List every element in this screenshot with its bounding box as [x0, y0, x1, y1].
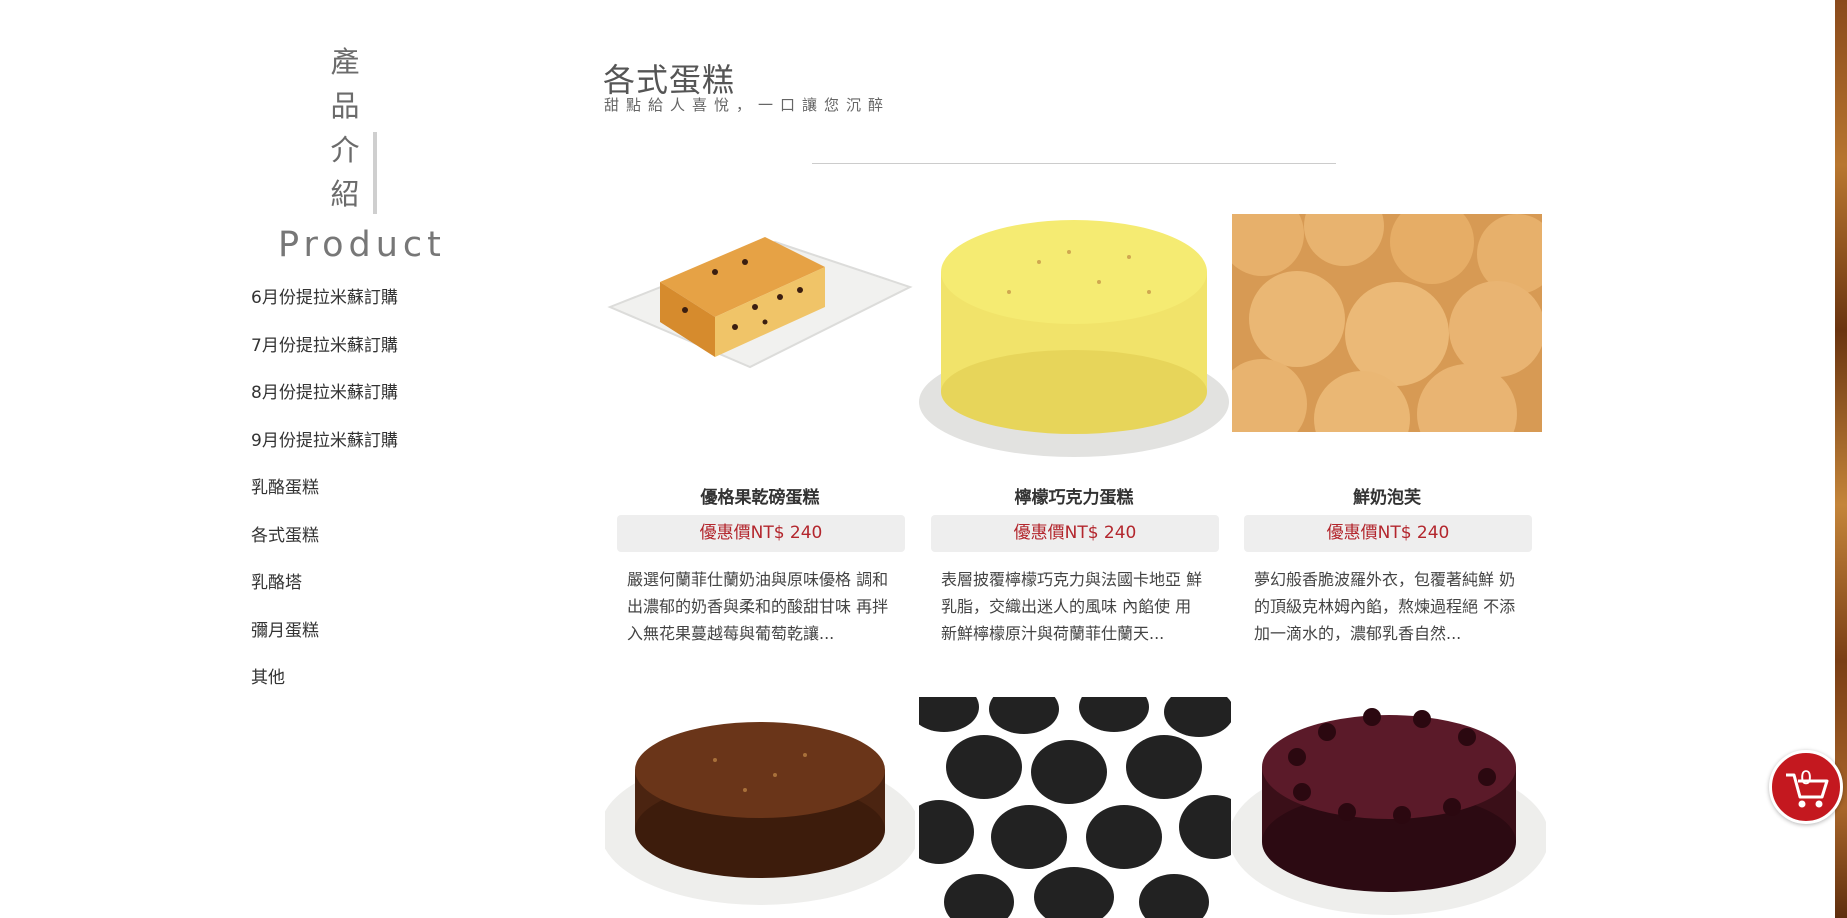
- product-description: 嚴選何蘭菲仕蘭奶油與原味優格 調和出濃郁的奶香與柔和的酸甜甘味 再拌入無花果蔓越…: [627, 570, 889, 643]
- chocolate-ganache-cake-image[interactable]: [1232, 697, 1546, 918]
- sidebar-title-char: 品: [330, 89, 362, 123]
- sidebar-title-char: 紹: [330, 177, 362, 211]
- product-price: 優惠價NT$ 240: [1244, 515, 1532, 552]
- product-description: 夢幻般香脆波羅外衣，包覆著純鮮 奶的頂級克林姆內餡，熬煉過程絕 不添加一滴水的，…: [1254, 570, 1516, 643]
- sidebar-title-char: 介: [330, 133, 362, 167]
- sidebar-item-august-tiramisu[interactable]: 8月份提拉米蘇訂購: [251, 377, 398, 425]
- cart-count-badge: 0: [1800, 767, 1813, 789]
- product-price: 優惠價NT$ 240: [931, 515, 1219, 552]
- page-subtitle: 甜點給人喜悅，一口讓您沉醉: [604, 96, 891, 114]
- sidebar-title: 產 品 介 紹: [326, 40, 366, 216]
- chocolate-hazelnut-cake-image[interactable]: [605, 700, 915, 918]
- product-description: 表層披覆檸檬巧克力與法國卡地亞 鮮乳脂，交織出迷人的風味 內餡使 用新鮮檸檬原汁…: [941, 570, 1203, 643]
- sidebar-title-char: 產: [330, 45, 362, 79]
- header-divider: [812, 163, 1336, 164]
- sidebar-item-july-tiramisu[interactable]: 7月份提拉米蘇訂購: [251, 330, 398, 378]
- sidebar-menu: 6月份提拉米蘇訂購 7月份提拉米蘇訂購 8月份提拉米蘇訂購 9月份提拉米蘇訂購 …: [251, 282, 398, 710]
- cart-button[interactable]: 0: [1769, 750, 1843, 824]
- product-name[interactable]: 檸檬巧克力蛋糕: [919, 483, 1229, 508]
- sidebar-item-others[interactable]: 其他: [251, 662, 398, 710]
- sidebar-item-cheese-tart[interactable]: 乳酪塔: [251, 567, 398, 615]
- sidebar-item-cheesecake[interactable]: 乳酪蛋糕: [251, 472, 398, 520]
- sidebar-title-en: Product: [278, 225, 446, 265]
- sidebar-item-june-tiramisu[interactable]: 6月份提拉米蘇訂購: [251, 282, 398, 330]
- black-dome-cakes-image[interactable]: [919, 697, 1231, 918]
- lemon-cake-image[interactable]: [919, 212, 1229, 462]
- sidebar-item-assorted-cakes[interactable]: 各式蛋糕: [251, 520, 398, 568]
- product-name[interactable]: 鮮奶泡芙: [1232, 483, 1542, 508]
- product-price: 優惠價NT$ 240: [617, 515, 905, 552]
- sidebar-item-baby-cake[interactable]: 彌月蛋糕: [251, 615, 398, 663]
- pound-cake-image[interactable]: [605, 212, 915, 462]
- product-name[interactable]: 優格果乾磅蛋糕: [605, 483, 915, 508]
- sidebar-item-september-tiramisu[interactable]: 9月份提拉米蘇訂購: [251, 425, 398, 473]
- sidebar-title-accent: [373, 132, 377, 214]
- cream-puff-image[interactable]: [1232, 214, 1542, 432]
